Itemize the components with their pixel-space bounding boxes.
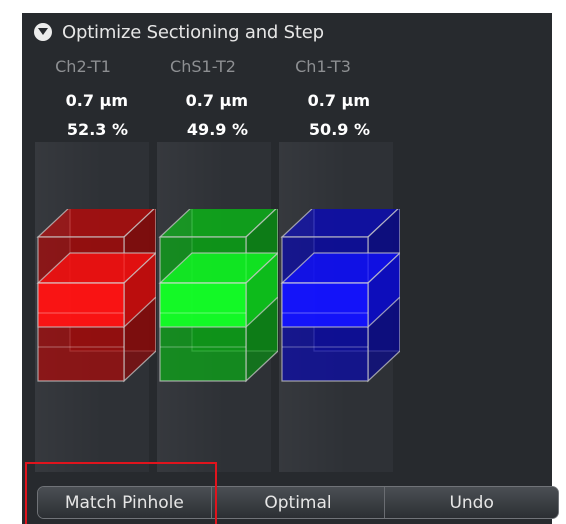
optimal-button[interactable]: Optimal [211,487,386,518]
channel-name-2: ChS1-T2 [170,57,236,76]
channel-1-step-percent: 52.3 % [66,120,128,139]
channel-1-cube [36,209,156,383]
channel-3-step-percent: 50.9 % [308,120,370,139]
cube-slab-front [37,282,125,328]
channel-name-1: Ch2-T1 [55,57,111,76]
cube-slab-front [281,282,369,328]
channel-2-thickness: 0.7 µm [185,91,248,110]
section-header[interactable]: Optimize Sectioning and Step [34,19,324,45]
chevron-down-circle-icon[interactable] [34,23,52,41]
channel-3-thickness: 0.7 µm [307,91,370,110]
cube-slab-front [159,282,247,328]
channel-3-cube [280,209,400,383]
undo-button[interactable]: Undo [385,487,558,518]
channel-name-3: Ch1-T3 [295,57,351,76]
channel-2-cube [158,209,278,383]
channel-2-step-percent: 49.9 % [186,120,248,139]
channel-1-thickness: 0.7 µm [65,91,128,110]
match-pinhole-highlight [25,462,217,524]
section-title: Optimize Sectioning and Step [62,21,324,43]
optimize-sectioning-panel: Optimize Sectioning and Step Ch2-T1 ChS1… [22,13,552,524]
